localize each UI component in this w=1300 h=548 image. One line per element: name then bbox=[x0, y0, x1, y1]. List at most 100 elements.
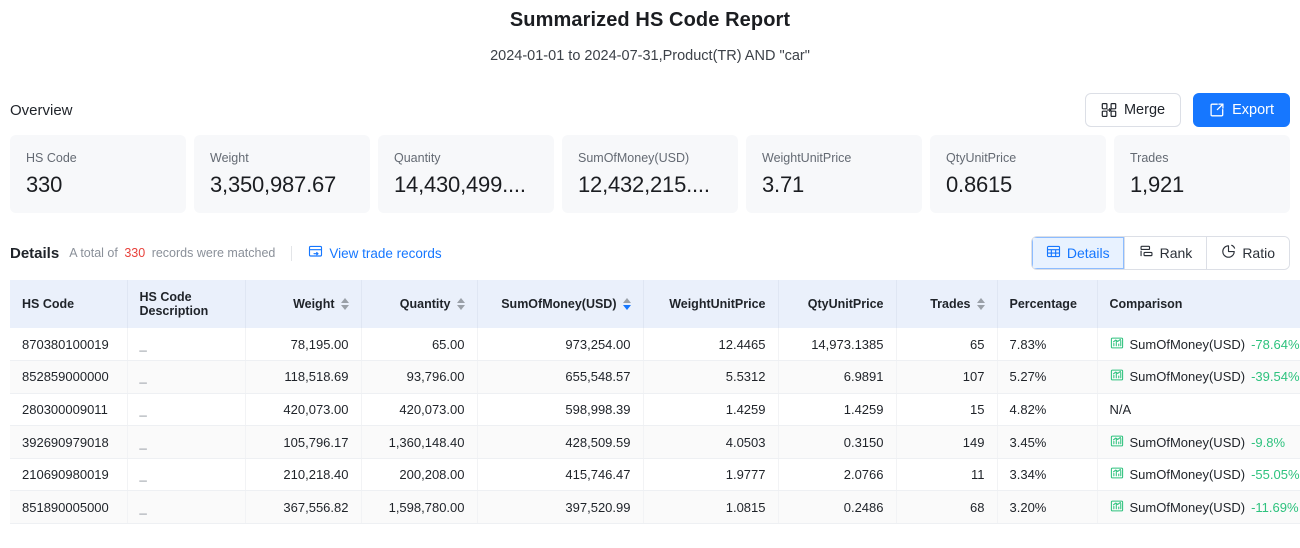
cell-text: _ bbox=[139, 401, 147, 417]
table-row[interactable]: 852859000000 _ 118,518.69 93,796.00 655,548.… bbox=[10, 360, 1300, 394]
cell-text: 5.27% bbox=[1009, 369, 1047, 385]
details-meta-prefix: A total of bbox=[69, 246, 118, 260]
comparison-delta: -78.64% bbox=[1251, 336, 1300, 352]
cell-description: _ bbox=[127, 393, 246, 427]
comparison-delta: -55.05% bbox=[1251, 467, 1300, 483]
export-button[interactable]: Export bbox=[1193, 93, 1290, 127]
stat-card-value: 14,430,499.... bbox=[394, 172, 526, 197]
comparison-chart-icon bbox=[1110, 336, 1124, 353]
view-mode-details[interactable]: Details bbox=[1031, 237, 1125, 269]
column-header-quantity[interactable]: Quantity bbox=[361, 280, 478, 328]
sort-sum_of_money-icon[interactable] bbox=[622, 298, 631, 310]
divider bbox=[291, 245, 293, 261]
stat-card-label: Trades bbox=[1130, 151, 1169, 165]
column-header-label: Quantity bbox=[399, 297, 451, 311]
stat-card: Trades 1,921 bbox=[1114, 135, 1290, 213]
cell-weight_unit: 4.0503 bbox=[643, 425, 779, 459]
cell-comparison: SumOfMoney(USD) -55.05% bbox=[1097, 458, 1300, 492]
cell-description: _ bbox=[127, 490, 246, 525]
cell-text: 3.45% bbox=[1009, 434, 1047, 450]
column-header-description: HS Code Description bbox=[127, 280, 246, 328]
column-header-label: HS Code Description bbox=[139, 290, 209, 318]
cell-qty_unit: 0.2486 bbox=[778, 490, 897, 525]
sort-quantity-icon[interactable] bbox=[456, 298, 465, 310]
cell-quantity: 1,360,148.40 bbox=[361, 425, 478, 459]
cell-quantity: 200,208.00 bbox=[361, 458, 478, 492]
stat-card-label: Weight bbox=[210, 151, 249, 165]
cell-comparison: SumOfMoney(USD) -39.54% bbox=[1097, 360, 1300, 394]
cell-qty_unit: 2.0766 bbox=[778, 458, 897, 492]
cell-percentage: 5.27% bbox=[997, 360, 1098, 394]
overview-bar: Overview Merge Export bbox=[0, 91, 1300, 129]
cell-text: 68 bbox=[970, 499, 985, 515]
cell-text: 3.20% bbox=[1009, 499, 1047, 515]
column-header-label: SumOfMoney(USD) bbox=[501, 297, 617, 311]
stat-card: QtyUnitPrice 0.8615 bbox=[930, 135, 1106, 213]
column-header-label: Comparison bbox=[1109, 297, 1183, 311]
column-header-label: Trades bbox=[930, 297, 971, 311]
sort-trades-icon[interactable] bbox=[976, 298, 985, 310]
details-record-count: 330 bbox=[124, 246, 146, 260]
column-header-comparison: Comparison bbox=[1097, 280, 1300, 328]
cell-description: _ bbox=[127, 360, 246, 394]
column-header-trades[interactable]: Trades bbox=[896, 280, 998, 328]
cell-text: 852859000000 bbox=[22, 369, 109, 385]
cell-comparison: N/A bbox=[1097, 393, 1300, 427]
table-row[interactable]: 210690980019 _ 210,218.40 200,208.00 415,746… bbox=[10, 458, 1300, 492]
stat-card-label: HS Code bbox=[26, 151, 77, 165]
comparison-delta: -9.8% bbox=[1251, 434, 1286, 450]
cell-percentage: 4.82% bbox=[997, 393, 1098, 427]
cell-weight: 367,556.82 bbox=[245, 490, 362, 525]
stat-card: WeightUnitPrice 3.71 bbox=[746, 135, 922, 213]
column-header-label: Weight bbox=[293, 297, 335, 311]
cell-text: 655,548.57 bbox=[565, 369, 631, 385]
table-row[interactable]: 280300009011 _ 420,073.00 420,073.00 598,998… bbox=[10, 393, 1300, 427]
stat-card-value: 0.8615 bbox=[946, 172, 1013, 197]
sort-weight-icon[interactable] bbox=[340, 298, 349, 310]
cell-weight: 210,218.40 bbox=[245, 458, 362, 492]
cell-text: _ bbox=[139, 467, 147, 483]
stat-card: Weight 3,350,987.67 bbox=[194, 135, 370, 213]
stat-card-label: SumOfMoney(USD) bbox=[578, 151, 690, 165]
cell-text: 1.0815 bbox=[725, 499, 766, 515]
cell-text: 14,973.1385 bbox=[811, 336, 884, 352]
view-mode-ratio[interactable]: Ratio bbox=[1207, 237, 1289, 269]
table-row[interactable]: 870380100019 _ 78,195.00 65.00 973,254.00 12.… bbox=[10, 328, 1300, 362]
cell-weight_unit: 12.4465 bbox=[643, 328, 779, 362]
cell-weight: 420,073.00 bbox=[245, 393, 362, 427]
cell-text: 392690979018 bbox=[22, 434, 109, 450]
cell-text: 420,073.00 bbox=[283, 401, 349, 417]
cell-text: 11 bbox=[971, 467, 985, 483]
column-header-weight[interactable]: Weight bbox=[245, 280, 362, 328]
column-header-hs_code: HS Code bbox=[10, 280, 128, 328]
table-row[interactable]: 851890005000 _ 367,556.82 1,598,780.00 397,5… bbox=[10, 490, 1300, 525]
cell-weight_unit: 5.5312 bbox=[643, 360, 779, 394]
view-mode-label: Rank bbox=[1159, 245, 1193, 261]
merge-button-label: Merge bbox=[1123, 101, 1166, 118]
cell-text: 1.9777 bbox=[725, 467, 766, 483]
cell-text: 4.82% bbox=[1009, 401, 1047, 417]
view-trade-records-label: View trade records bbox=[329, 245, 442, 261]
comparison-delta: -11.69% bbox=[1251, 499, 1299, 515]
table-row[interactable]: 392690979018 _ 105,796.17 1,360,148.40 428,5… bbox=[10, 425, 1300, 459]
comparison-metric: SumOfMoney(USD) bbox=[1129, 467, 1246, 483]
column-header-sum_of_money[interactable]: SumOfMoney(USD) bbox=[477, 280, 644, 328]
table-header: HS Code HS Code Description Weight Quantity… bbox=[10, 280, 1300, 328]
cell-text: 5.5312 bbox=[725, 369, 766, 385]
cell-text: 3.34% bbox=[1009, 467, 1047, 483]
page-title: Summarized HS Code Report bbox=[509, 9, 791, 31]
details-info: Details A total of 330 records were matc… bbox=[10, 244, 442, 262]
cell-text: 210,218.40 bbox=[283, 467, 349, 483]
cell-qty_unit: 6.9891 bbox=[778, 360, 897, 394]
view-mode-rank[interactable]: Rank bbox=[1124, 237, 1208, 269]
merge-button[interactable]: Merge bbox=[1084, 93, 1182, 127]
cell-comparison: SumOfMoney(USD) -78.64% bbox=[1097, 328, 1300, 362]
cell-text: 65.00 bbox=[431, 336, 465, 352]
comparison-chart-icon bbox=[1110, 434, 1124, 451]
cell-description: _ bbox=[127, 425, 246, 459]
stat-card-value: 330 bbox=[26, 172, 63, 197]
comparison-delta: -39.54% bbox=[1251, 369, 1300, 385]
details-meta-suffix: records were matched bbox=[151, 246, 276, 260]
view-trade-records-link[interactable]: View trade records bbox=[308, 244, 442, 262]
view-mode-label: Ratio bbox=[1242, 245, 1275, 261]
